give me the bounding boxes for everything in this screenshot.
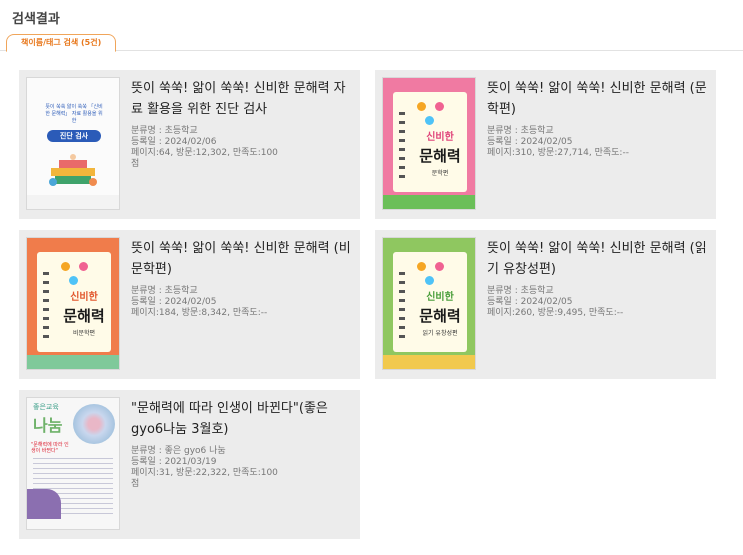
result-card[interactable]: 뜻이 쑥쑥 앎이 쑥쑥 「신비한 문해력」 자료 활용을 위한 진단 검사 뜻이… xyxy=(19,70,360,219)
cover-title: 진단 검사 xyxy=(47,130,101,142)
result-meta: 분류명 : 초등학교 등록일 : 2024/02/05 페이지:260, 방문:… xyxy=(487,286,637,319)
bubble-icon xyxy=(435,102,444,111)
bubble-icon xyxy=(69,276,78,285)
stats: 페이지:260, 방문:9,495, 만족도:-- xyxy=(487,308,624,318)
result-card[interactable]: 신비한 문해력 비문학편 뜻이 쑥쑥! 앎이 쑥쑥! 신비한 문해력 (비문학편… xyxy=(19,230,360,379)
bubble-icon xyxy=(425,276,434,285)
cover-logo: 좋은교육 xyxy=(33,403,59,411)
reg-date: 등록일 : 2021/03/19 xyxy=(131,457,217,467)
notebook-rings xyxy=(399,272,405,342)
cover-footer xyxy=(383,355,475,369)
result-title[interactable]: 뜻이 쑥쑥! 앎이 쑥쑥! 신비한 문해력 (읽기 유창성편) xyxy=(487,238,707,280)
stats: 페이지:31, 방문:22,322, 만족도:100점 xyxy=(131,468,278,489)
cover-shape xyxy=(27,489,61,519)
reg-date: 등록일 : 2024/02/06 xyxy=(131,137,217,147)
cover-sub: 문학편 xyxy=(431,170,449,177)
cover-big: 문해력 xyxy=(419,147,461,165)
tab-bar: 책이름/태그 검색 (5건) xyxy=(0,34,743,52)
bubble-icon xyxy=(79,262,88,271)
page-title: 검색결과 xyxy=(12,12,60,27)
book-cover[interactable]: 좋은교육 나눔 "문해력에 따라 인생이 바뀐다" xyxy=(27,398,119,529)
result-title[interactable]: 뜻이 쑥쑥! 앎이 쑥쑥! 신비한 문해력 (문학편) xyxy=(487,78,707,120)
notebook-rings xyxy=(43,272,49,342)
reg-date: 등록일 : 2024/02/05 xyxy=(487,297,573,307)
notebook-page: 신비한 문해력 비문학편 xyxy=(37,252,111,352)
cover-image xyxy=(73,404,115,444)
notebook-page: 신비한 문해력 문학편 xyxy=(393,92,467,192)
result-title[interactable]: 뜻이 쑥쑥! 앎이 쑥쑥! 신비한 문해력 (비문학편) xyxy=(131,238,351,280)
cover-headline: "문해력에 따라 인생이 바뀐다" xyxy=(31,442,69,454)
notebook-page: 신비한 문해력 읽기 유창성편 xyxy=(393,252,467,352)
book-cover[interactable]: 신비한 문해력 문학편 xyxy=(383,78,475,209)
cover-small: 신비한 xyxy=(426,132,454,143)
bubble-icon xyxy=(61,262,70,271)
cover-big: 문해력 xyxy=(419,307,461,325)
stats: 페이지:184, 방문:8,342, 만족도:-- xyxy=(131,308,268,318)
category: 분류명 : 초등학교 xyxy=(131,286,198,296)
result-card[interactable]: 신비한 문해력 문학편 뜻이 쑥쑥! 앎이 쑥쑥! 신비한 문해력 (문학편) … xyxy=(375,70,716,219)
bubble-icon xyxy=(417,262,426,271)
category: 분류명 : 좋은 gyo6 나눔 xyxy=(131,446,226,456)
result-card[interactable]: 좋은교육 나눔 "문해력에 따라 인생이 바뀐다" "문해력에 따라 인생이 바… xyxy=(19,390,360,539)
result-meta: 분류명 : 초등학교 등록일 : 2024/02/06 페이지:64, 방문:1… xyxy=(131,126,281,170)
result-meta: 분류명 : 좋은 gyo6 나눔 등록일 : 2021/03/19 페이지:31… xyxy=(131,446,281,490)
stats: 페이지:310, 방문:27,714, 만족도:-- xyxy=(487,148,629,158)
book-cover[interactable]: 뜻이 쑥쑥 앎이 쑥쑥 「신비한 문해력」 자료 활용을 위한 진단 검사 xyxy=(27,78,119,209)
category: 분류명 : 초등학교 xyxy=(487,286,554,296)
reg-date: 등록일 : 2024/02/05 xyxy=(131,297,217,307)
cover-footer xyxy=(27,195,119,209)
tab-title-tag-search[interactable]: 책이름/태그 검색 (5건) xyxy=(6,34,117,52)
category: 분류명 : 초등학교 xyxy=(487,126,554,136)
cover-footer xyxy=(27,355,119,369)
bubble-icon xyxy=(435,262,444,271)
bubble-icon xyxy=(425,116,434,125)
cover-text: 뜻이 쑥쑥 앎이 쑥쑥 「신비한 문해력」 자료 활용을 위한 xyxy=(45,104,103,124)
result-card[interactable]: 신비한 문해력 읽기 유창성편 뜻이 쑥쑥! 앎이 쑥쑥! 신비한 문해력 (읽… xyxy=(375,230,716,379)
category: 분류명 : 초등학교 xyxy=(131,126,198,136)
result-title[interactable]: 뜻이 쑥쑥! 앎이 쑥쑥! 신비한 문해력 자료 활용을 위한 진단 검사 xyxy=(131,78,351,120)
stats: 페이지:64, 방문:12,302, 만족도:100점 xyxy=(131,148,278,169)
result-meta: 분류명 : 초등학교 등록일 : 2024/02/05 페이지:310, 방문:… xyxy=(487,126,637,159)
reg-date: 등록일 : 2024/02/05 xyxy=(487,137,573,147)
blocks-illustration xyxy=(45,154,101,188)
cover-big: 문해력 xyxy=(63,307,105,325)
book-cover[interactable]: 신비한 문해력 읽기 유창성편 xyxy=(383,238,475,369)
cover-big: 나눔 xyxy=(33,416,63,435)
cover-sub: 비문학편 xyxy=(72,330,96,337)
bubble-icon xyxy=(417,102,426,111)
notebook-rings xyxy=(399,112,405,182)
result-meta: 분류명 : 초등학교 등록일 : 2024/02/05 페이지:184, 방문:… xyxy=(131,286,281,319)
cover-footer xyxy=(383,195,475,209)
cover-small: 신비한 xyxy=(70,292,98,303)
result-title[interactable]: "문해력에 따라 인생이 바뀐다"(좋은 gyo6나눔 3월호) xyxy=(131,398,351,440)
book-cover[interactable]: 신비한 문해력 비문학편 xyxy=(27,238,119,369)
cover-sub: 읽기 유창성편 xyxy=(422,330,458,337)
cover-small: 신비한 xyxy=(426,292,454,303)
